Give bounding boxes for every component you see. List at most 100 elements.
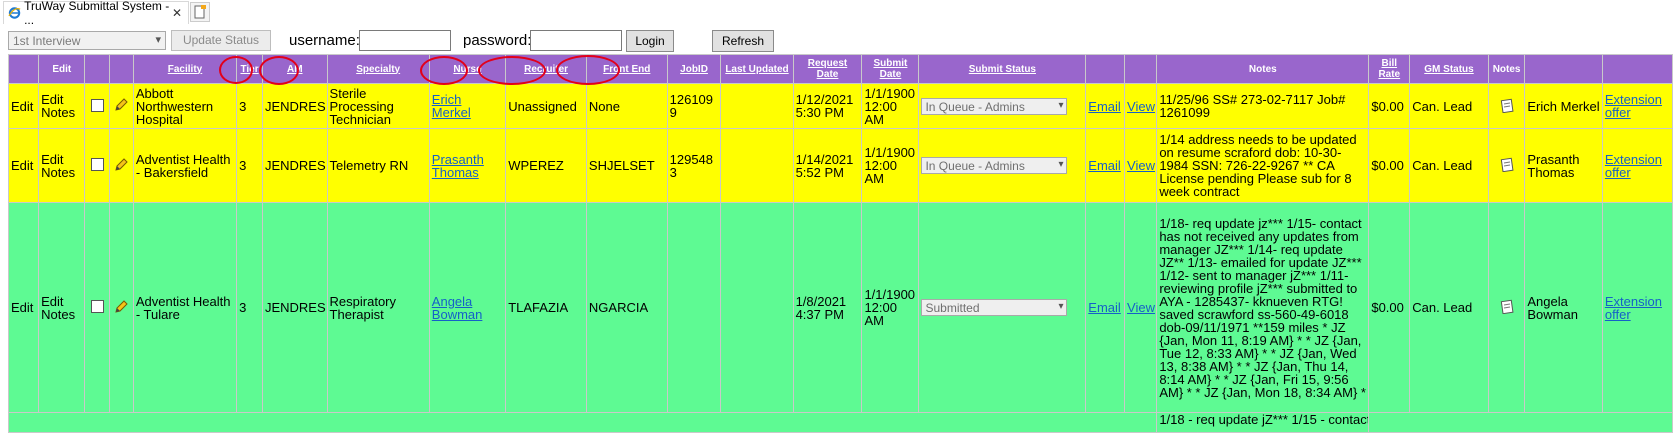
col-header-am[interactable]: AM	[261, 54, 328, 84]
col-header-facility[interactable]: Facility	[132, 54, 238, 84]
col-header-submit-date[interactable]: Submit Date	[861, 54, 920, 84]
edit-link[interactable]: Edit	[7, 128, 40, 203]
am-cell: JENDRES	[261, 83, 328, 129]
login-button[interactable]: Login	[626, 30, 674, 52]
col-header-submit-status[interactable]: Submit Status	[918, 54, 1087, 84]
col-header-tier[interactable]: Tier	[236, 54, 263, 84]
pencil-icon[interactable]	[113, 299, 129, 315]
username-label: username:	[289, 32, 360, 49]
password-input[interactable]	[530, 30, 622, 51]
update-status-button[interactable]: Update Status	[171, 30, 271, 51]
extension-offer-link[interactable]: Extension offer	[1605, 294, 1662, 322]
email-cell: Email	[1085, 83, 1126, 129]
refresh-button[interactable]: Refresh	[712, 30, 774, 52]
jobid-cell: 129548 3	[666, 128, 722, 203]
request-date-cell: 1/12/2021 5:30 PM	[792, 83, 863, 129]
row-checkbox[interactable]	[90, 300, 104, 313]
chevron-down-icon: ▾	[1058, 301, 1064, 312]
view-cell: View	[1124, 83, 1158, 129]
facility-cell: Abbott Northwestern Hospital	[132, 83, 238, 129]
jobid-cell	[666, 202, 722, 413]
am-cell: JENDRES	[261, 202, 328, 413]
col-header-notes-icon: Notes	[1487, 54, 1526, 84]
col-header	[109, 54, 134, 84]
email-link[interactable]: Email	[1088, 158, 1121, 173]
notes-icon-cell	[1487, 202, 1526, 413]
submit-status-value: In Queue - Admins	[925, 99, 1025, 114]
view-link[interactable]: View	[1127, 99, 1155, 114]
edit-notes-link[interactable]: Edit Notes	[38, 83, 86, 129]
specialty-cell: Sterile Processing Technician	[326, 83, 430, 129]
email-cell: Email	[1085, 128, 1126, 203]
col-header-nurse[interactable]: Nurse	[428, 54, 507, 84]
col-header-recruiter[interactable]: Recruiter	[505, 54, 587, 84]
col-header-specialty[interactable]: Specialty	[326, 54, 430, 84]
row-checkbox-cell	[84, 128, 111, 203]
close-icon[interactable]: ✕	[172, 6, 182, 20]
notes-cell: 1/18- req update jz*** 1/15- contact has…	[1156, 202, 1370, 413]
notes-icon[interactable]	[1500, 98, 1514, 113]
new-tab-button[interactable]	[190, 2, 210, 22]
col-header-last-updated[interactable]: Last Updated	[720, 54, 794, 84]
tier-cell: 3	[236, 202, 263, 413]
nurse-link[interactable]: Prasanth Thomas	[432, 152, 484, 180]
request-date-cell: 1/14/2021 5:52 PM	[792, 128, 863, 203]
specialty-cell: Respiratory Therapist	[326, 202, 430, 413]
chevron-down-icon: ▾	[155, 34, 161, 46]
submit-status-value: In Queue - Admins	[925, 159, 1025, 173]
notes-icon[interactable]	[1500, 157, 1514, 172]
recruiter-cell: TLAFAZIA	[505, 202, 587, 413]
browser-tab[interactable]: TruWay Submittal System - ... ✕	[3, 0, 189, 27]
col-header-gm-status[interactable]: GM Status	[1409, 54, 1489, 84]
col-header-jobid[interactable]: JobID	[666, 54, 722, 84]
row-checkbox[interactable]	[90, 98, 104, 112]
email-link[interactable]: Email	[1088, 99, 1121, 114]
gm-status-cell: Can. Lead	[1409, 83, 1489, 129]
username-input[interactable]	[359, 30, 451, 51]
nurse-cell: Prasanth Thomas	[428, 128, 507, 203]
gm-status-cell: Can. Lead	[1409, 128, 1489, 203]
col-header	[1124, 54, 1158, 84]
tier-cell: 3	[236, 83, 263, 129]
table-row: Edit Edit Notes Abbott Northwestern Hosp…	[7, 83, 1674, 129]
row-checkbox[interactable]	[90, 158, 104, 171]
extension-offer-link[interactable]: Extension offer	[1605, 92, 1662, 120]
notes-icon-cell	[1487, 128, 1526, 203]
view-link[interactable]: View	[1127, 300, 1155, 315]
submit-status-cell: In Queue - Admins ▾	[918, 128, 1087, 203]
last-updated-cell	[720, 128, 794, 203]
chevron-down-icon: ▾	[1058, 99, 1064, 111]
am-cell: JENDRES	[261, 128, 328, 203]
nurse-link[interactable]: Erich Merkel	[432, 92, 471, 120]
email-cell: Email	[1085, 202, 1126, 413]
email-link[interactable]: Email	[1088, 300, 1121, 315]
col-header-bill-rate[interactable]: Bill Rate	[1368, 54, 1411, 84]
pencil-icon[interactable]	[113, 97, 129, 113]
view-link[interactable]: View	[1127, 158, 1155, 173]
partial-row-cell	[1368, 412, 1673, 433]
header-row: Edit Facility Tier AM Specialty Nurse Re…	[7, 54, 1674, 84]
row-checkbox-cell	[84, 202, 111, 413]
submit-date-cell: 1/1/1900 12:00 AM	[861, 128, 920, 203]
extension-offer-link[interactable]: Extension offer	[1605, 152, 1662, 180]
new-tab-icon	[194, 5, 206, 19]
table-row: Edit Edit Notes Adventist Health - Baker…	[7, 128, 1674, 203]
bill-rate-cell: $0.00	[1368, 128, 1411, 203]
tab-bar: TruWay Submittal System - ... ✕	[0, 0, 1678, 27]
notes-icon[interactable]	[1500, 299, 1514, 314]
submit-status-select[interactable]: Submitted ▾	[921, 299, 1068, 316]
col-header-request-date[interactable]: Request Date	[792, 54, 863, 84]
specialty-cell: Telemetry RN	[326, 128, 430, 203]
pencil-icon[interactable]	[113, 157, 129, 173]
edit-link[interactable]: Edit	[7, 202, 40, 413]
edit-notes-link[interactable]: Edit Notes	[38, 202, 86, 413]
col-header-front-end[interactable]: Front End	[585, 54, 668, 84]
submit-status-select[interactable]: In Queue - Admins ▾	[921, 157, 1068, 174]
submit-status-select[interactable]: In Queue - Admins ▾	[921, 97, 1068, 115]
edit-notes-link[interactable]: Edit Notes	[38, 128, 86, 203]
status-select-value: 1st Interview	[13, 34, 81, 48]
edit-link[interactable]: Edit	[7, 83, 40, 129]
col-header	[7, 54, 40, 84]
nurse-link[interactable]: Angela Bowman	[432, 294, 483, 322]
status-select[interactable]: 1st Interview ▾	[8, 31, 166, 50]
